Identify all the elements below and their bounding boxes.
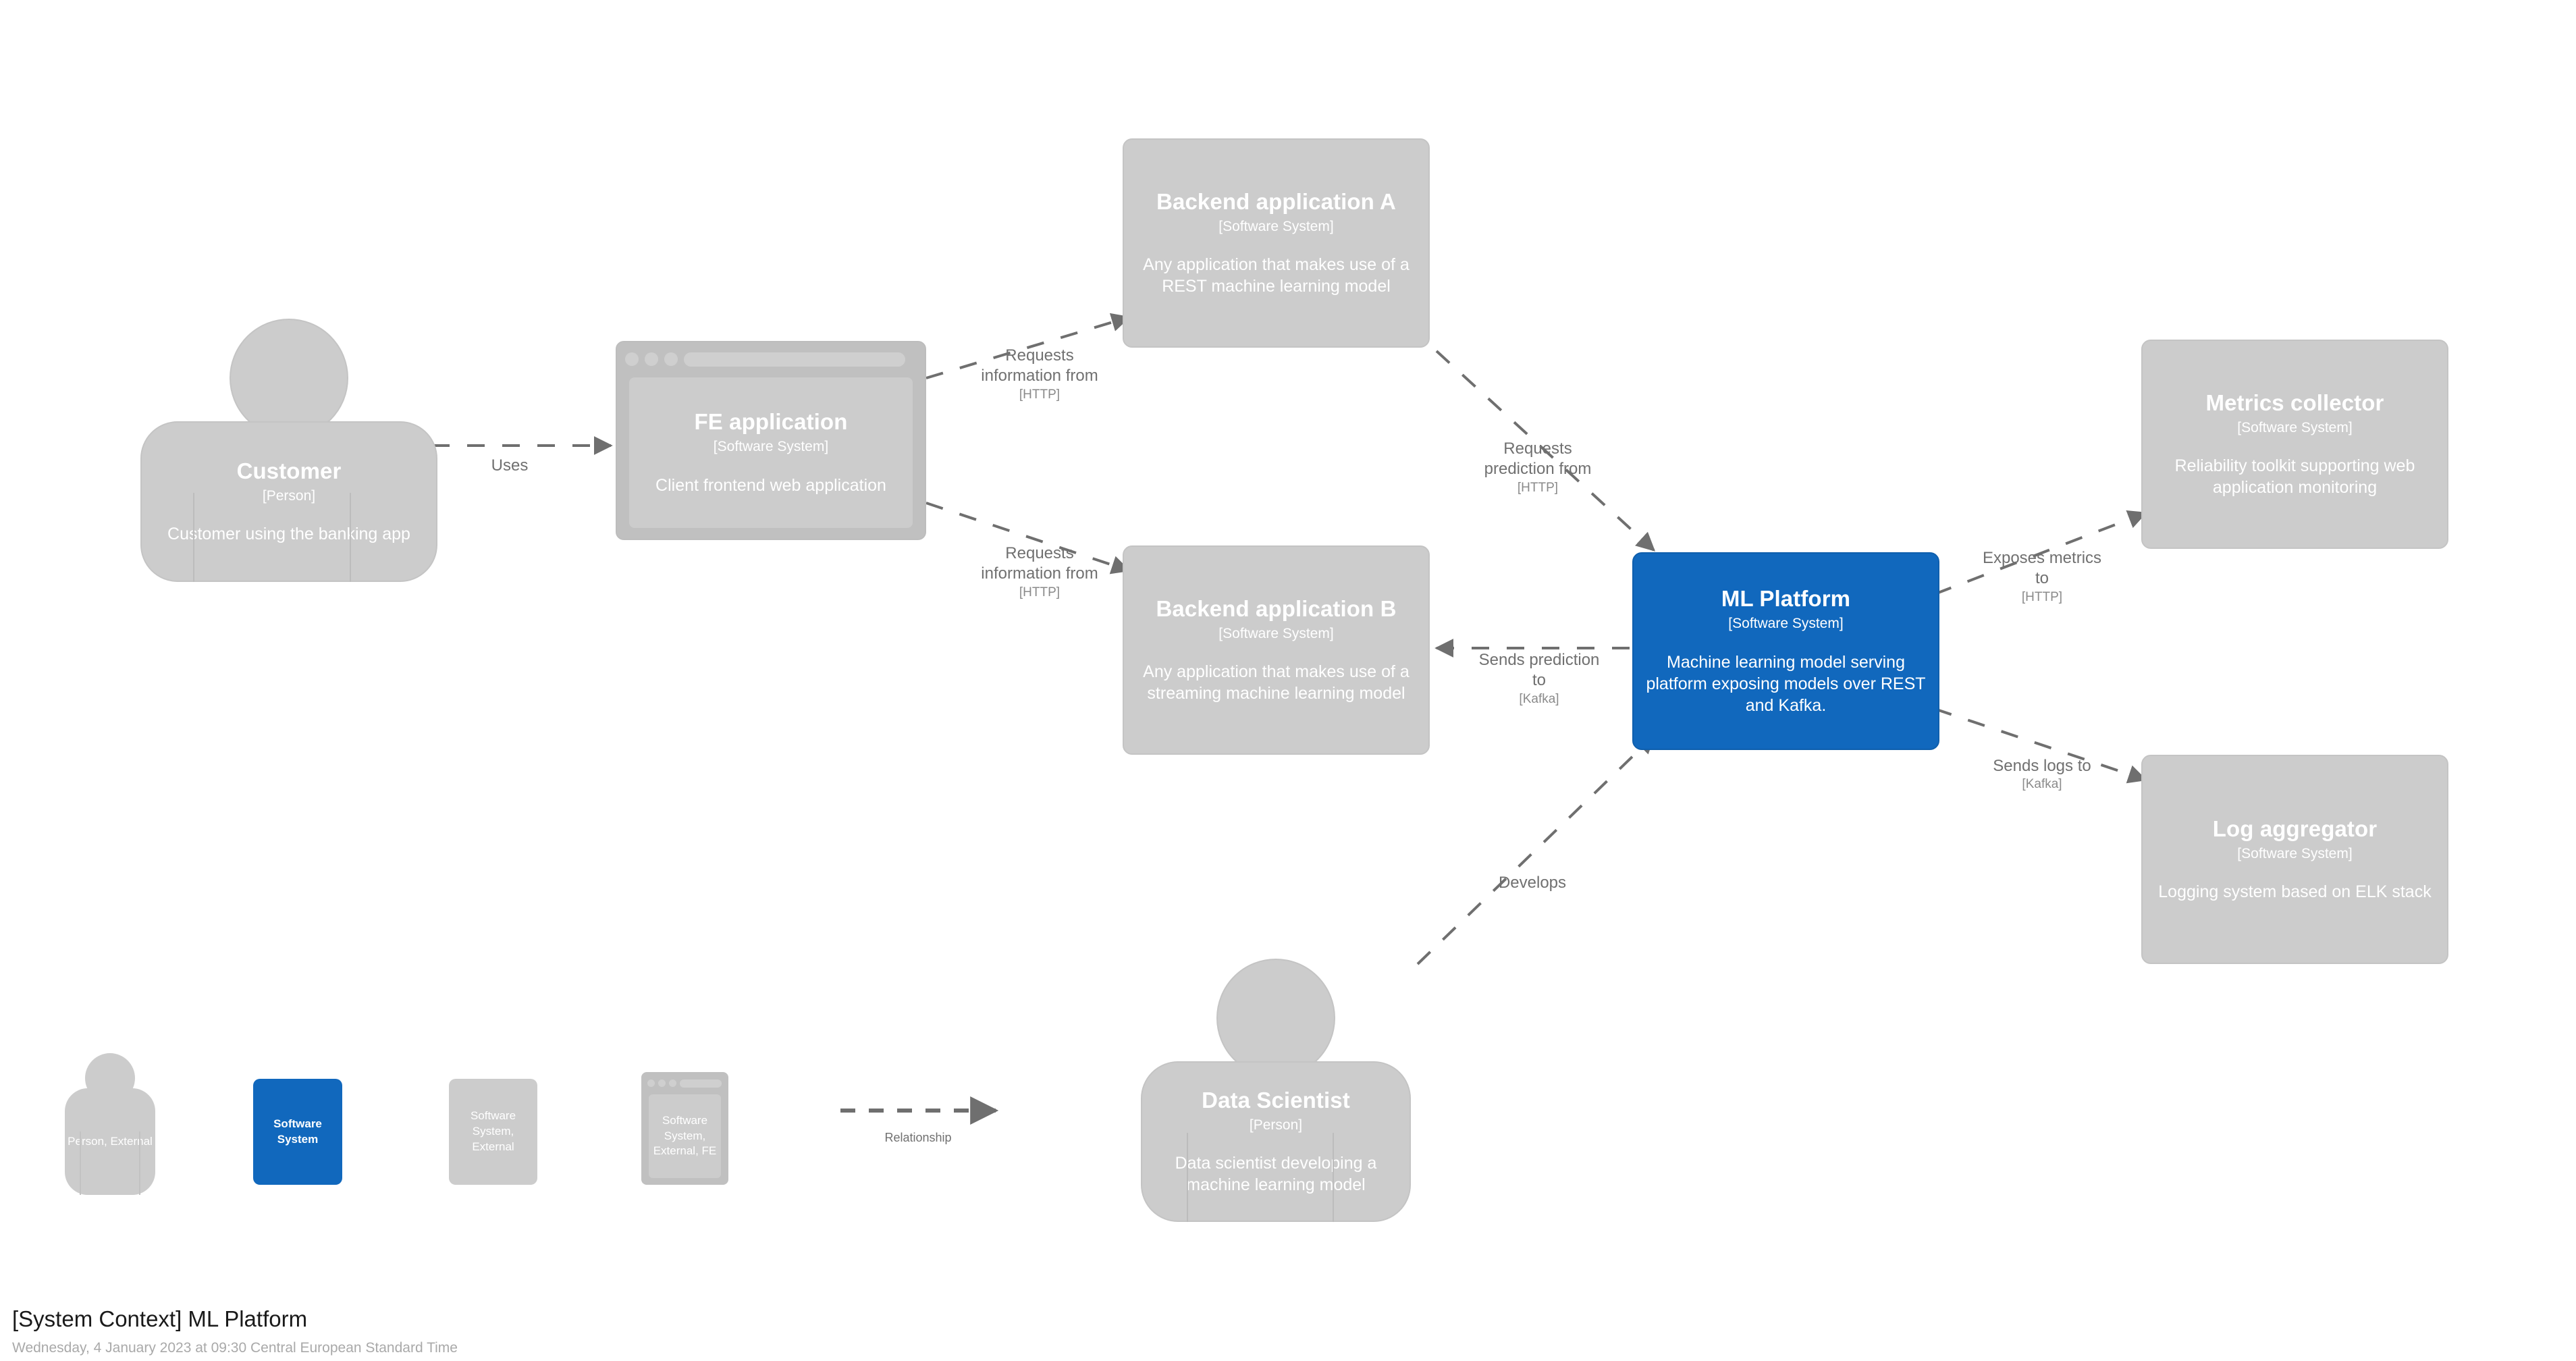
metrics-collector-title: Metrics collector — [2205, 390, 2384, 415]
legend-software-system-label: Software System — [273, 1117, 322, 1146]
edge-data-scientist-to-ml — [1416, 735, 1656, 965]
fe-application-stereotype: [Software System] — [713, 439, 829, 455]
edge-label-fe-to-backend-a-tech: [HTTP] — [1019, 387, 1061, 402]
backend-b-stereotype: [Software System] — [1218, 625, 1334, 641]
data-scientist-title: Data Scientist — [1202, 1087, 1350, 1113]
edge-label-fe-to-backend-b-text: Requests information from — [981, 544, 1098, 583]
edge-label-data-scientist-to-ml: Develops — [1451, 853, 1613, 893]
ml-platform-title: ML Platform — [1721, 586, 1851, 612]
legend-browser-address-bar — [680, 1079, 722, 1088]
customer-description: Customer using the banking app — [167, 525, 410, 544]
legend-person-body: Person, External — [65, 1088, 155, 1195]
edge-label-ml-to-backend-b-text: Sends prediction to — [1478, 651, 1600, 690]
log-aggregator-description: Logging system based on ELK stack — [2158, 882, 2432, 902]
customer-stereotype: [Person] — [262, 487, 316, 504]
edge-label-fe-to-backend-a: Requests information from [HTTP] — [938, 325, 1141, 424]
diagram-title: [System Context] ML Platform — [12, 1306, 308, 1331]
legend-software-system-external-fe-label: Software System, External, FE — [653, 1113, 717, 1158]
legend-browser-chrome — [647, 1078, 722, 1088]
edge-label-ml-to-metrics-tech: [HTTP] — [2021, 589, 2063, 604]
log-aggregator-title: Log aggregator — [2212, 816, 2378, 841]
legend-person-left-arm-line — [80, 1131, 81, 1195]
diagram-timestamp: Wednesday, 4 January 2023 at 09:30 Centr… — [12, 1340, 458, 1356]
legend-person-right-arm-line — [139, 1131, 140, 1195]
browser-address-bar — [684, 352, 905, 367]
backend-a-title: Backend application A — [1156, 188, 1396, 214]
edge-label-ml-to-metrics: Exposes metrics to [HTTP] — [1948, 528, 2137, 626]
data-scientist-right-arm-line — [1333, 1133, 1334, 1222]
node-ml-platform[interactable]: ML Platform [Software System] Machine le… — [1632, 552, 1939, 750]
backend-b-title: Backend application B — [1156, 595, 1397, 621]
metrics-collector-description: Reliability toolkit supporting web appli… — [2174, 456, 2415, 498]
edge-label-ml-to-backend-b-tech: [Kafka] — [1519, 691, 1559, 706]
metrics-collector-stereotype: [Software System] — [2237, 419, 2353, 435]
legend-browser-dot-1-icon — [647, 1079, 655, 1087]
fe-application-title: FE application — [694, 409, 848, 435]
edge-label-backend-a-to-ml-tech: [HTTP] — [1517, 480, 1559, 495]
edge-label-ml-to-metrics-text: Exposes metrics to — [1982, 549, 2102, 588]
customer-title: Customer — [236, 458, 342, 483]
backend-a-stereotype: [Software System] — [1218, 218, 1334, 234]
backend-b-description: Any application that makes use of a stre… — [1143, 662, 1410, 703]
node-metrics-collector[interactable]: Metrics collector [Software System] Reli… — [2141, 340, 2448, 549]
node-log-aggregator[interactable]: Log aggregator [Software System] Logging… — [2141, 755, 2448, 964]
edge-label-ml-to-logs: Sends logs to [Kafka] — [1948, 736, 2137, 813]
edge-label-customer-to-fe-text: Uses — [491, 456, 529, 475]
edge-label-backend-a-to-ml-text: Requests prediction from — [1484, 439, 1592, 479]
edge-label-backend-a-to-ml: Requests prediction from [HTTP] — [1437, 419, 1639, 517]
data-scientist-body: Data Scientist [Person] Data scientist d… — [1141, 1061, 1411, 1222]
node-customer[interactable]: Customer [Person] Customer using the ban… — [140, 319, 437, 582]
node-fe-application[interactable]: FE application [Software System] Client … — [616, 341, 926, 540]
edge-label-fe-to-backend-b-tech: [HTTP] — [1019, 585, 1061, 599]
legend-person-external: Person, External — [65, 1053, 155, 1195]
legend-browser-dot-2-icon — [658, 1079, 666, 1087]
edge-label-ml-to-logs-tech: [Kafka] — [2022, 777, 2062, 792]
fe-application-description: Client frontend web application — [655, 475, 886, 495]
edge-label-customer-to-fe: Uses — [456, 435, 564, 476]
data-scientist-left-arm-line — [1187, 1133, 1188, 1222]
browser-dot-green-icon — [664, 352, 678, 366]
edge-label-ml-to-backend-b: Sends prediction to [Kafka] — [1445, 630, 1634, 728]
customer-right-arm-line — [350, 493, 351, 582]
legend-software-system-external-fe: Software System, External, FE — [641, 1072, 728, 1185]
customer-head-icon — [230, 319, 348, 437]
legend-software-system: Software System — [253, 1079, 342, 1185]
diagram-canvas: Customer [Person] Customer using the ban… — [0, 0, 2576, 1361]
customer-body: Customer [Person] Customer using the ban… — [140, 421, 437, 582]
legend-browser-viewport: Software System, External, FE — [649, 1094, 721, 1178]
fe-application-viewport: FE application [Software System] Client … — [629, 377, 913, 528]
browser-chrome — [625, 350, 905, 368]
legend-relationship-text: Relationship — [884, 1131, 952, 1144]
legend-software-system-external-label: Software System, External — [470, 1109, 516, 1153]
ml-platform-description: Machine learning model serving platform … — [1646, 652, 1926, 715]
edge-label-ml-to-logs-text: Sends logs to — [1993, 757, 2091, 776]
browser-dot-yellow-icon — [645, 352, 658, 366]
customer-left-arm-line — [193, 493, 194, 582]
ml-platform-stereotype: [Software System] — [1728, 616, 1844, 632]
legend-software-system-external: Software System, External — [449, 1079, 537, 1185]
edge-label-fe-to-backend-b: Requests information from [HTTP] — [938, 523, 1141, 622]
data-scientist-stereotype: [Person] — [1249, 1117, 1303, 1133]
log-aggregator-stereotype: [Software System] — [2237, 845, 2353, 861]
node-backend-application-b[interactable]: Backend application B [Software System] … — [1123, 545, 1430, 755]
backend-a-description: Any application that makes use of a REST… — [1143, 255, 1410, 296]
node-data-scientist[interactable]: Data Scientist [Person] Data scientist d… — [1141, 959, 1411, 1222]
browser-dot-red-icon — [625, 352, 639, 366]
edge-label-fe-to-backend-a-text: Requests information from — [981, 346, 1098, 385]
edge-label-data-scientist-to-ml-text: Develops — [1498, 874, 1567, 892]
node-backend-application-a[interactable]: Backend application A [Software System] … — [1123, 138, 1430, 348]
data-scientist-head-icon — [1216, 959, 1335, 1077]
legend-browser-dot-3-icon — [669, 1079, 676, 1087]
legend-relationship-label: Relationship — [844, 1131, 992, 1145]
data-scientist-description: Data scientist developing a machine lear… — [1175, 1154, 1377, 1195]
